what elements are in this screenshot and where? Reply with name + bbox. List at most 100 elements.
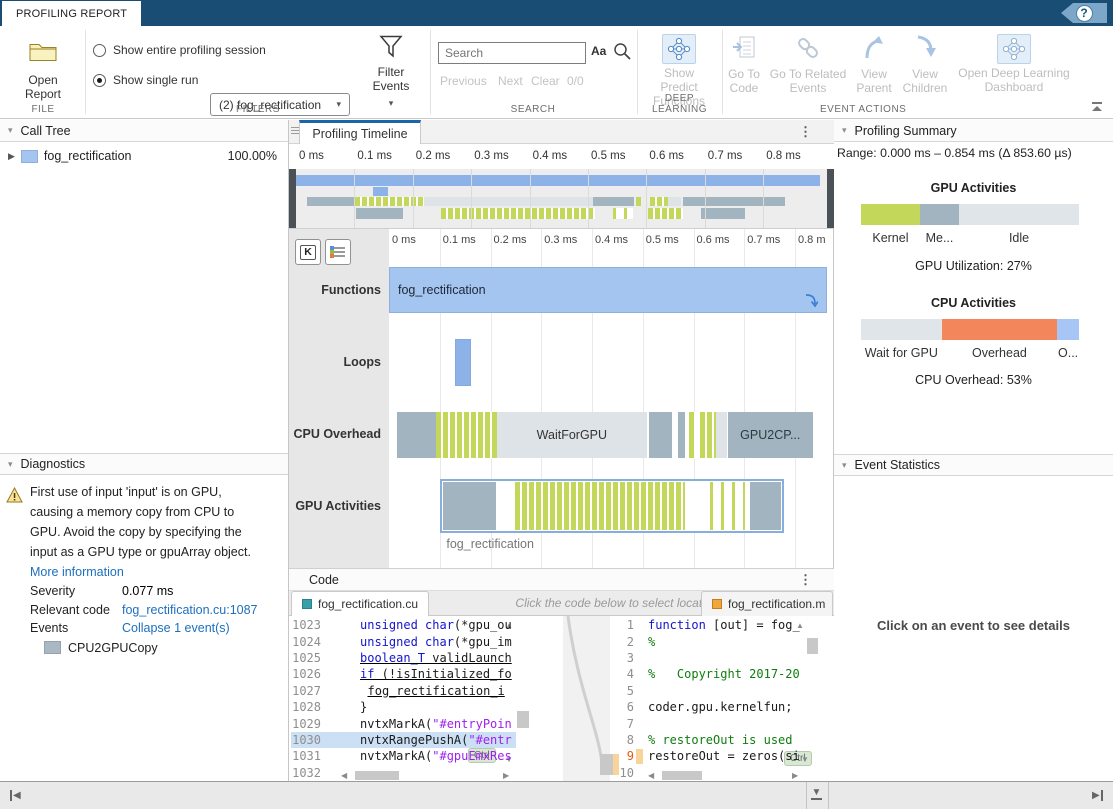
- code-line[interactable]: 5: [610, 683, 805, 699]
- diagnostics-header[interactable]: ▾ Diagnostics: [0, 453, 288, 475]
- summary-bar-segment[interactable]: [959, 204, 1079, 225]
- summary-bar-segment[interactable]: [861, 204, 920, 225]
- diagnostic-event-row[interactable]: CPU2GPUCopy: [44, 641, 284, 655]
- timeline-segment[interactable]: [648, 208, 683, 219]
- timeline-segment[interactable]: [710, 482, 745, 530]
- timeline-segment[interactable]: [373, 187, 388, 196]
- timeline-segment[interactable]: GPU2CP...: [728, 412, 813, 458]
- timeline-segment[interactable]: [443, 482, 496, 530]
- open-report-button[interactable]: Open Report: [10, 36, 76, 98]
- go-to-related-events-button[interactable]: Go To Related Events: [766, 34, 850, 95]
- radio-entire-session[interactable]: Show entire profiling session: [93, 43, 266, 57]
- timeline-segment[interactable]: [678, 412, 685, 458]
- timeline-segment[interactable]: [455, 339, 471, 386]
- code-line[interactable]: 2%: [610, 633, 805, 649]
- view-children-button[interactable]: View Children: [898, 34, 952, 95]
- expand-caret-icon[interactable]: ▶: [8, 151, 15, 162]
- timeline-segment[interactable]: [649, 412, 672, 458]
- code-line[interactable]: 1030nvtxRangePushA("#entr: [291, 732, 516, 748]
- timeline-segment[interactable]: [700, 412, 716, 458]
- timeline-segment[interactable]: [650, 197, 668, 206]
- drag-grip-icon[interactable]: [291, 127, 299, 136]
- functions-event-bar[interactable]: fog_rectification: [389, 267, 827, 313]
- code-menu-icon[interactable]: ⋮: [799, 572, 812, 588]
- gpu-activities-bar[interactable]: [861, 204, 1079, 225]
- collapse-ribbon-button[interactable]: [1089, 102, 1105, 114]
- code-line[interactable]: 6coder.gpu.kernelfun;: [610, 699, 805, 715]
- summary-bar-segment[interactable]: [920, 204, 959, 225]
- code-line[interactable]: 9restoreOut = zeros(si: [610, 748, 805, 764]
- vertical-scrollbar[interactable]: [517, 711, 529, 728]
- profiling-summary-header[interactable]: ▾ Profiling Summary: [834, 120, 1113, 142]
- cpu-activities-bar[interactable]: [861, 319, 1079, 340]
- code-line[interactable]: 1028}: [291, 699, 516, 715]
- code-line[interactable]: 8% restoreOut is used: [610, 732, 805, 748]
- radio-single-run[interactable]: Show single run: [93, 73, 198, 87]
- timeline-segment[interactable]: [355, 197, 424, 206]
- code-line[interactable]: 1function [out] = fog_: [610, 617, 805, 633]
- code-line[interactable]: 1025boolean_T validLaunch: [291, 650, 516, 666]
- timeline-segment[interactable]: [683, 197, 785, 206]
- code-line[interactable]: 1031nvtxMarkA("#gpuEmxRes: [291, 748, 516, 764]
- search-input[interactable]: [438, 42, 586, 64]
- kernel-markers-button[interactable]: K: [295, 239, 321, 265]
- code-line[interactable]: 1026if (!isInitialized_fo: [291, 666, 516, 682]
- tab-fog-rectification-m[interactable]: fog_rectification.m: [701, 591, 833, 616]
- timeline-segment[interactable]: [636, 197, 641, 206]
- timeline-segment[interactable]: [593, 197, 634, 206]
- app-tab[interactable]: PROFILING REPORT: [2, 1, 141, 26]
- open-deep-learning-dashboard-button[interactable]: Open Deep Learning Dashboard: [955, 34, 1073, 94]
- vertical-scrollbar[interactable]: [807, 638, 818, 654]
- help-button[interactable]: ?: [1061, 3, 1107, 23]
- collapse-left-panel-button[interactable]: ◀: [10, 790, 21, 801]
- search-icon[interactable]: [612, 41, 632, 61]
- m-code-pane[interactable]: ▲ Ctrl ▼ ◀ ▶ 1function [out] = fog_2%34%…: [610, 616, 833, 782]
- code-line[interactable]: 3: [610, 650, 805, 666]
- timeline-segment[interactable]: [356, 208, 403, 219]
- timeline-segment[interactable]: WaitForGPU: [497, 412, 647, 458]
- goto-arrow-icon[interactable]: [804, 293, 818, 308]
- call-tree-header[interactable]: ▾ Call Tree: [0, 120, 288, 142]
- timeline-segment[interactable]: [424, 197, 593, 206]
- cu-code-pane[interactable]: ▲ ▼ Ctrl ◀ ▶ 1023unsigned char(*gpu_ou10…: [291, 616, 563, 782]
- code-line[interactable]: 1024unsigned char(*gpu_im: [291, 633, 516, 649]
- timeline-menu-icon[interactable]: ⋮: [799, 124, 812, 140]
- timeline-segment[interactable]: [515, 482, 685, 530]
- timeline-segment[interactable]: [613, 208, 633, 219]
- gpu-activities-group[interactable]: [440, 479, 784, 533]
- code-line[interactable]: 1029nvtxMarkA("#entryPoin: [291, 715, 516, 731]
- code-line[interactable]: 1027fog_rectification_i: [291, 683, 516, 699]
- summary-bar-segment[interactable]: [1057, 319, 1079, 340]
- search-next-button[interactable]: Next: [498, 74, 523, 88]
- search-previous-button[interactable]: Previous: [440, 74, 487, 88]
- timeline-segment[interactable]: [307, 197, 355, 206]
- overview-left-handle[interactable]: [289, 169, 296, 228]
- timeline-segment[interactable]: [750, 482, 781, 530]
- relevant-code-link[interactable]: fog_rectification.cu:1087: [122, 601, 258, 620]
- more-information-link[interactable]: More information: [30, 562, 284, 582]
- overview-right-handle[interactable]: [827, 169, 834, 228]
- view-parent-button[interactable]: View Parent: [852, 34, 896, 95]
- collapse-bottom-panel-button[interactable]: ▼: [811, 787, 822, 800]
- code-line[interactable]: 7: [610, 715, 805, 731]
- collapse-right-panel-button[interactable]: ▶: [1092, 790, 1103, 801]
- timeline-segment[interactable]: [436, 412, 497, 458]
- timeline-segment[interactable]: [668, 197, 681, 206]
- match-case-toggle[interactable]: Aa: [591, 44, 606, 58]
- tab-profiling-timeline[interactable]: Profiling Timeline: [299, 120, 421, 144]
- timeline-overview[interactable]: [289, 169, 834, 229]
- collapse-events-link[interactable]: Collapse 1 event(s): [122, 619, 230, 638]
- search-clear-button[interactable]: Clear: [531, 74, 560, 88]
- summary-bar-segment[interactable]: [942, 319, 1058, 340]
- go-to-code-button[interactable]: Go To Code: [724, 34, 764, 95]
- timeline-segment[interactable]: [689, 412, 695, 458]
- code-line[interactable]: 4% Copyright 2017-20: [610, 666, 805, 682]
- timeline-segment[interactable]: [296, 175, 820, 186]
- summary-bar-segment[interactable]: [861, 319, 942, 340]
- call-tree-row[interactable]: ▶ fog_rectification 100.00%: [0, 145, 288, 167]
- timeline-segment[interactable]: [701, 208, 745, 219]
- timeline-segment[interactable]: [441, 208, 595, 219]
- code-line[interactable]: 10: [610, 765, 805, 781]
- legend-button[interactable]: [325, 239, 351, 265]
- tab-fog-rectification-cu[interactable]: fog_rectification.cu: [291, 591, 429, 616]
